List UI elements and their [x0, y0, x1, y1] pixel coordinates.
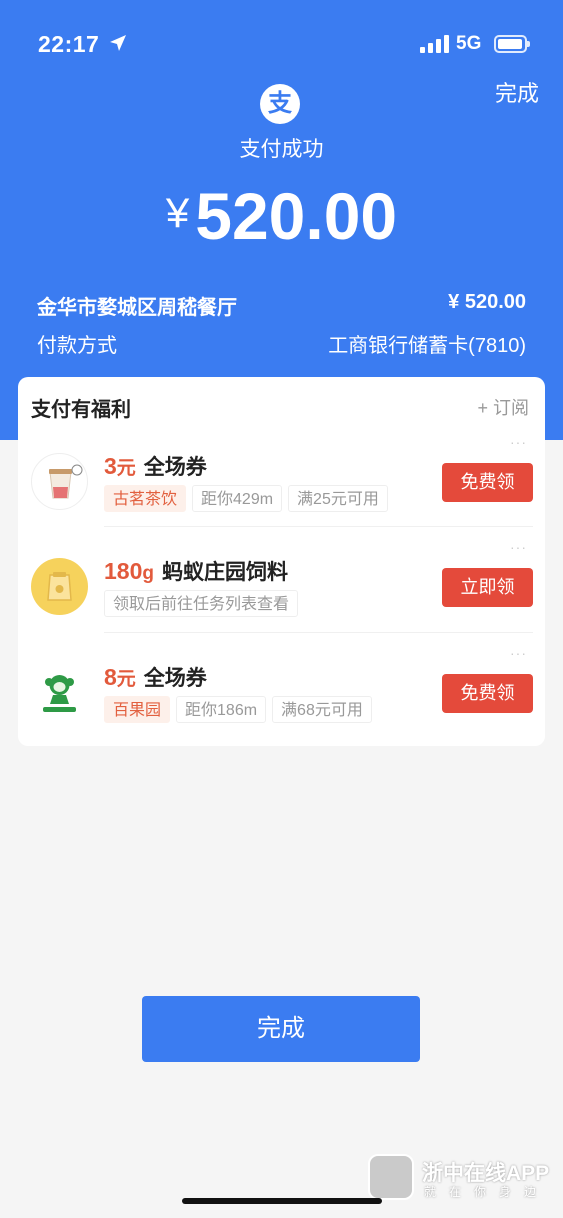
more-options-icon[interactable]: ··· [510, 645, 527, 661]
condition-tag: 满25元可用 [288, 485, 388, 512]
payment-amount: ¥520.00 [0, 178, 563, 254]
divider [104, 632, 533, 633]
offer-title: 3元 全场券 [104, 451, 207, 481]
watermark: 浙中在线APP 就在你身边 [368, 1154, 558, 1204]
offer-name: 蚂蚁庄园饲料 [161, 561, 288, 584]
distance-tag: 距你186m [176, 696, 267, 723]
divider [104, 526, 533, 527]
offer-tags: 领取后前往任务列表查看 [104, 590, 299, 617]
claim-button[interactable]: 立即领 [442, 568, 533, 607]
alipay-logo-icon: 支 [260, 84, 300, 124]
status-bar: 22:17 5G [0, 0, 563, 84]
condition-tag: 满68元可用 [272, 696, 372, 723]
payment-method-label: 付款方式 [37, 335, 117, 357]
offer-value: 8 [104, 664, 117, 690]
offer-item: ··· 8元 全场券 百果园 距你186m 满68元可用 免费领 [18, 641, 545, 747]
offer-value: 3 [104, 453, 117, 479]
signal-icon [420, 35, 450, 53]
benefits-card: 支付有福利 + 订阅 ··· 3元 全场券 古茗茶饮 距你429m 满25元可用 … [18, 377, 545, 746]
claim-button[interactable]: 免费领 [442, 463, 533, 502]
payment-method-value: 工商银行储蓄卡(7810) [328, 335, 526, 357]
done-link-top[interactable]: 完成 [495, 76, 539, 108]
drink-cup-icon [31, 453, 88, 510]
subscribe-button[interactable]: + 订阅 [477, 394, 529, 420]
offer-item: ··· 3元 全场券 古茗茶饮 距你429m 满25元可用 免费领 [18, 430, 545, 536]
benefits-title: 支付有福利 [31, 399, 131, 421]
offer-tags: 古茗茶饮 距你429m 满25元可用 [104, 485, 388, 512]
hint-tag: 领取后前往任务列表查看 [104, 590, 299, 617]
watermark-logo-icon [368, 1154, 414, 1200]
battery-icon [494, 35, 530, 53]
home-indicator[interactable] [182, 1198, 382, 1204]
watermark-subtitle: 就在你身边 [424, 1185, 550, 1199]
merchant-name: 金华市婺城区周嵇餐厅 [37, 297, 237, 319]
offer-value: 180 [104, 558, 143, 584]
offer-unit: 元 [116, 669, 136, 690]
amount-value: 520.00 [195, 179, 398, 253]
offer-name: 全场券 [143, 667, 207, 690]
feed-bag-icon [31, 558, 88, 615]
store-tag: 古茗茶饮 [104, 485, 187, 512]
claim-button[interactable]: 免费领 [442, 674, 533, 713]
store-tag: 百果园 [104, 696, 171, 723]
merchant-amount: ¥ 520.00 [448, 291, 526, 313]
distance-tag: 距你429m [192, 485, 283, 512]
offer-unit: 元 [116, 458, 136, 479]
status-time: 22:17 [38, 31, 100, 57]
offer-title: 180g 蚂蚁庄园饲料 [104, 556, 288, 586]
pagoda-monkey-icon [31, 664, 88, 721]
offer-unit: g [142, 563, 154, 584]
offer-title: 8元 全场券 [104, 662, 207, 692]
offer-tags: 百果园 距你186m 满68元可用 [104, 696, 372, 723]
more-options-icon[interactable]: ··· [510, 434, 527, 450]
currency-symbol: ¥ [165, 189, 190, 236]
network-type: 5G [456, 33, 482, 54]
location-arrow-icon [110, 35, 126, 51]
payment-status: 支付成功 [239, 138, 324, 161]
more-options-icon[interactable]: ··· [510, 539, 527, 555]
offer-name: 全场券 [143, 456, 207, 479]
offer-item: ··· 180g 蚂蚁庄园饲料 领取后前往任务列表查看 立即领 [18, 535, 545, 641]
done-button[interactable]: 完成 [142, 996, 420, 1062]
